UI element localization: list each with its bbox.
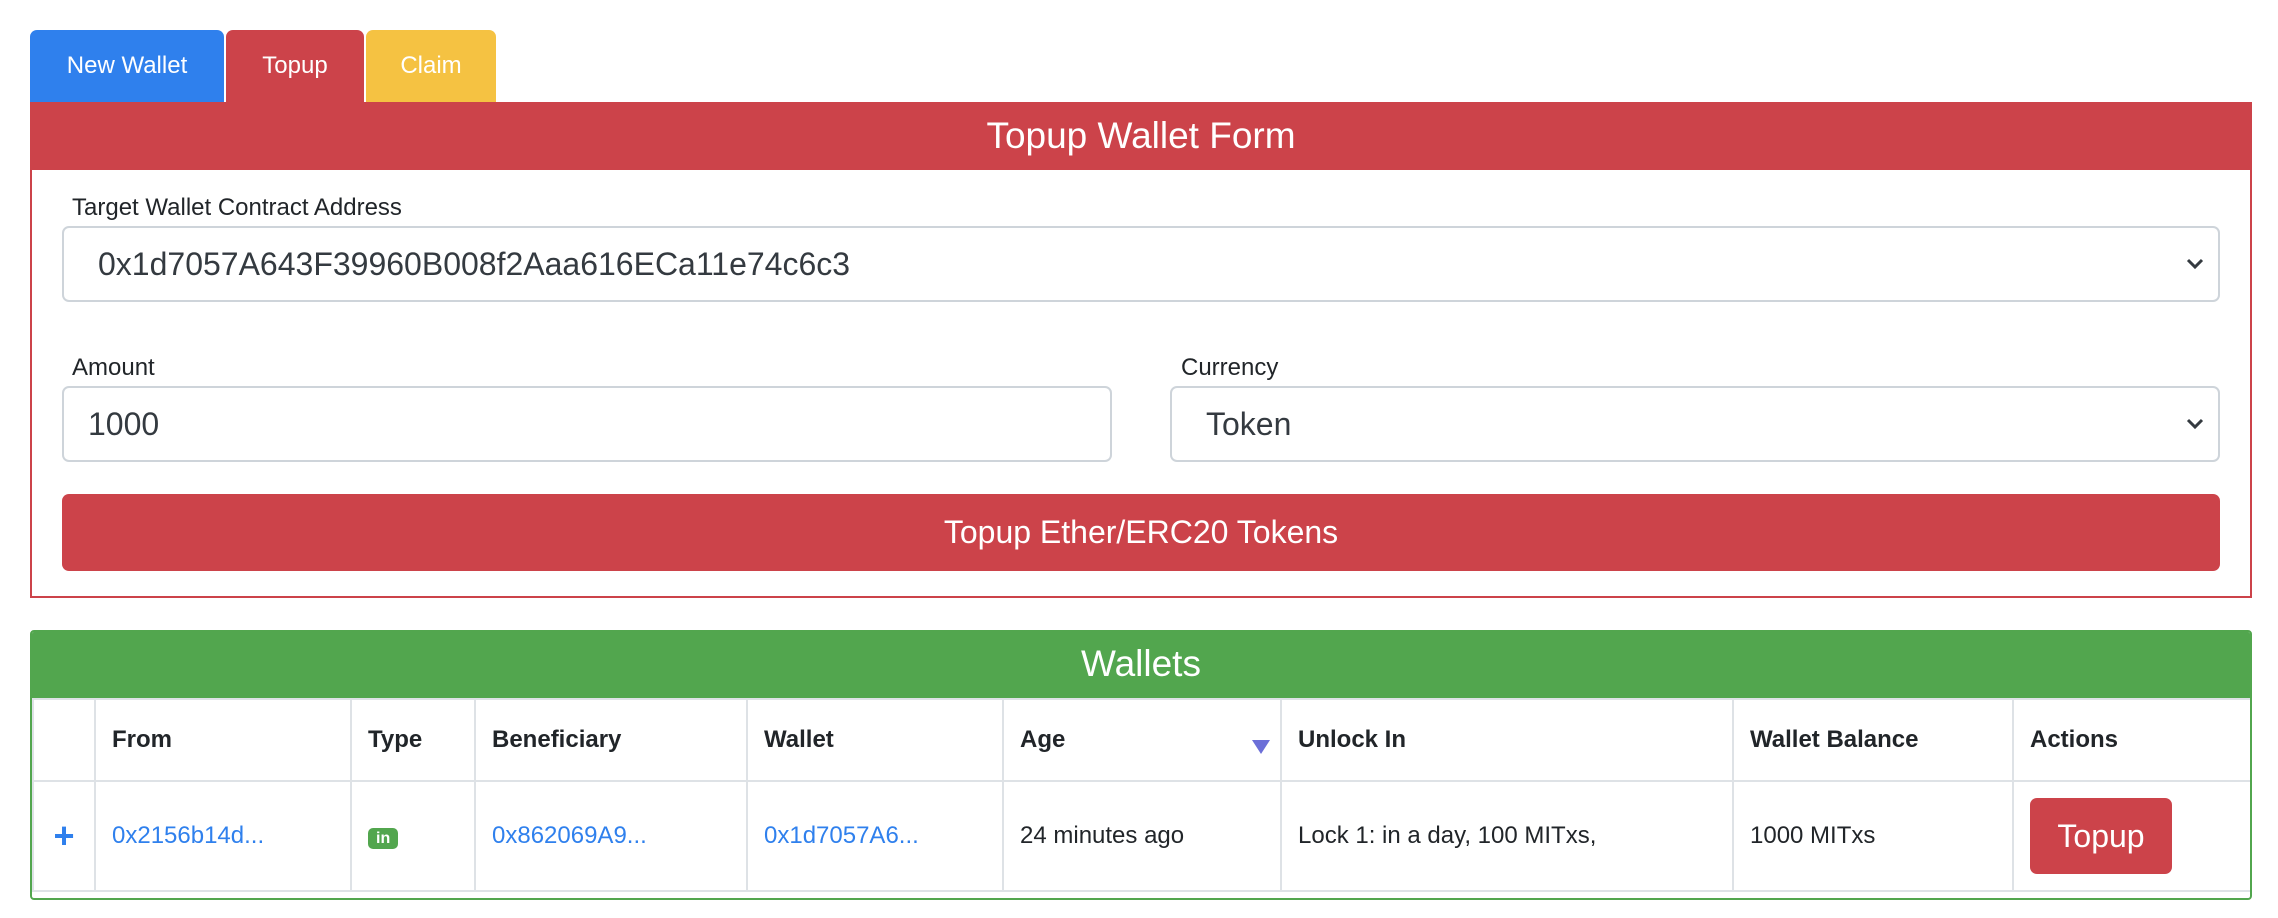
target-address-label: Target Wallet Contract Address [72,194,402,221]
chevron-down-icon [2186,258,2204,270]
amount-input[interactable]: 1000 [62,386,1112,462]
from-address-link[interactable]: 0x2156b14d... [94,780,352,892]
row-topup-button[interactable]: Topup [2030,798,2172,874]
column-header-age-label: Age [1020,726,1066,753]
column-header-beneficiary[interactable]: Beneficiary [474,698,748,782]
target-address-select[interactable]: 0x1d7057A643F39960B008f2Aaa616ECa11e74c6… [62,226,2220,302]
form-title: Topup Wallet Form [30,102,2252,170]
target-address-value: 0x1d7057A643F39960B008f2Aaa616ECa11e74c6… [98,245,851,282]
column-header-expand [32,698,96,782]
wallets-table: From Type Beneficiary Wallet Age Unlock … [32,698,2250,892]
column-header-type[interactable]: Type [350,698,476,782]
wallet-address-link[interactable]: 0x1d7057A6... [746,780,1004,892]
column-header-actions: Actions [2012,698,2250,782]
column-header-wallet-balance[interactable]: Wallet Balance [1732,698,2014,782]
column-header-age[interactable]: Age [1002,698,1282,782]
beneficiary-address-link[interactable]: 0x862069A9... [474,780,748,892]
column-header-unlock-in[interactable]: Unlock In [1280,698,1734,782]
tab-new-wallet[interactable]: New Wallet [30,30,224,102]
amount-value: 1000 [88,405,160,442]
wallets-panel: Wallets From Type Beneficiary Wallet Age [30,630,2252,900]
column-header-wallet[interactable]: Wallet [746,698,1004,782]
topup-form-panel: Topup Wallet Form Target Wallet Contract… [30,102,2252,598]
sort-down-icon[interactable] [1252,740,1270,754]
tab-claim[interactable]: Claim [366,30,496,102]
wallets-title: Wallets [32,632,2250,698]
plus-icon[interactable]: + [53,815,74,857]
tab-bar: New Wallet Topup Claim [30,30,496,102]
unlock-in-cell: Lock 1: in a day, 100 MITxs, [1280,780,1734,892]
currency-select[interactable]: Token [1170,386,2220,462]
wallet-balance-cell: 1000 MITxs [1732,780,2014,892]
type-cell: in [350,780,476,892]
amount-label: Amount [72,354,155,381]
column-header-from[interactable]: From [94,698,352,782]
actions-cell: Topup [2012,780,2250,892]
currency-value: Token [1206,405,1292,442]
table-header-row: From Type Beneficiary Wallet Age Unlock … [32,698,2250,782]
chevron-down-icon [2186,418,2204,430]
topup-submit-button[interactable]: Topup Ether/ERC20 Tokens [62,494,2220,571]
currency-label: Currency [1181,354,1279,381]
table-row: + 0x2156b14d... in 0x862069A9... 0x1d705… [32,780,2250,892]
tab-topup[interactable]: Topup [226,30,364,102]
expand-cell: + [32,780,96,892]
age-cell: 24 minutes ago [1002,780,1282,892]
type-badge: in [368,828,399,849]
